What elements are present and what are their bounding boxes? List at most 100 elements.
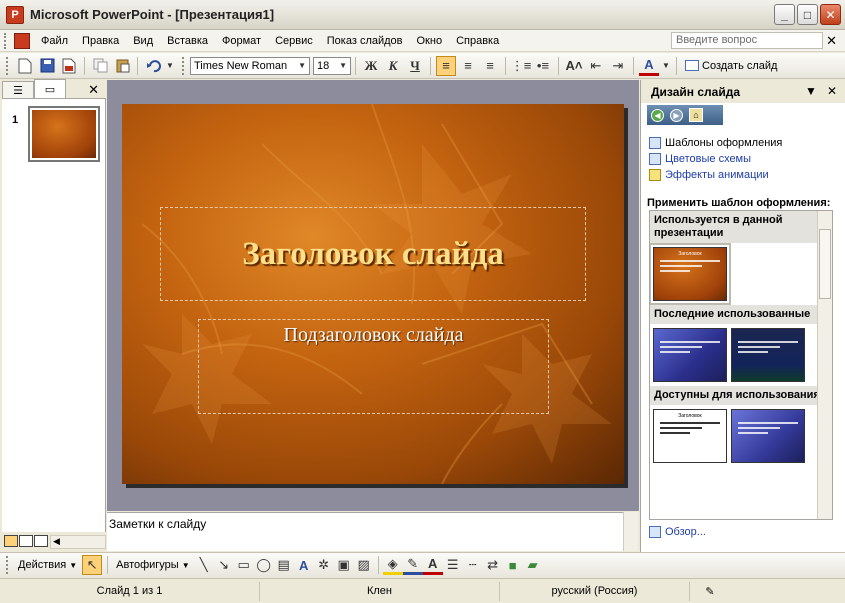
font-size-select[interactable]: 18 ▼ [313,56,351,75]
underline-button[interactable]: Ч [405,56,425,76]
new-slide-button[interactable]: Создать слайд [681,60,781,72]
slide-thumbnail[interactable] [28,106,100,162]
autoshapes-menu-button[interactable]: Автофигуры ▼ [112,559,194,571]
bold-button[interactable]: Ж [361,56,381,76]
notes-pane[interactable]: Заметки к слайду [107,512,623,551]
align-left-icon[interactable]: ≡ [436,55,456,76]
chevron-down-icon: ▼ [69,560,78,570]
link-animation-schemes[interactable]: Эффекты анимации [649,167,845,183]
window-controls: _ □ ✕ [774,4,841,25]
subtitle-placeholder[interactable]: Подзаголовок слайда [198,319,549,414]
font-name-select[interactable]: Times New Roman ▼ [190,56,310,75]
copy-icon[interactable] [90,56,110,76]
dash-style-icon[interactable]: ┄ [463,555,483,575]
align-right-icon[interactable]: ≡ [480,56,500,76]
link-color-schemes[interactable]: Цветовые схемы [649,151,845,167]
3d-icon[interactable]: ▰ [523,555,543,575]
task-pane-close-icon[interactable]: ✕ [827,84,837,98]
tab-outline[interactable]: ☰ [2,81,34,98]
normal-view-icon[interactable] [4,535,18,547]
browse-icon [649,526,661,538]
toolbar-grip-handle[interactable] [6,56,10,75]
toolbar-grip-handle[interactable] [6,556,10,574]
forward-icon[interactable]: ▶ [670,108,683,122]
notes-scrollbar[interactable] [623,512,638,551]
document-close-icon[interactable]: ✕ [826,33,837,49]
link-design-templates[interactable]: Шаблоны оформления [649,135,845,151]
gallery-scroll-thumb[interactable] [819,229,831,299]
back-icon[interactable]: ◀ [651,108,664,122]
undo-dropdown-icon[interactable]: ▼ [165,56,175,76]
browse-link[interactable]: Обзор... [649,526,706,538]
wordart-icon[interactable]: A [294,555,314,575]
new-file-icon[interactable] [15,56,35,76]
menu-file[interactable]: Файл [34,35,75,47]
oval-icon[interactable]: ◯ [254,555,274,575]
arrow-style-icon[interactable]: ⇄ [483,555,503,575]
task-pane-links: Шаблоны оформления Цветовые схемы Эффект… [641,135,845,183]
title-placeholder[interactable]: Заголовок слайда [160,207,586,301]
line-icon[interactable]: ╲ [194,555,214,575]
menu-insert[interactable]: Вставка [160,35,215,47]
decrease-indent-icon[interactable]: ⇤ [586,56,606,76]
menu-grip-handle[interactable] [4,32,8,49]
italic-button[interactable]: К [383,56,403,76]
menu-view[interactable]: Вид [126,35,160,47]
minimize-button[interactable]: _ [774,4,795,25]
document-icon[interactable] [14,32,30,49]
pane-horizontal-scrollbar[interactable]: ◀ [50,535,106,549]
menu-tools[interactable]: Сервис [268,35,320,47]
print-pdf-icon[interactable] [59,56,79,76]
slide-canvas[interactable]: Заголовок слайда Подзаголовок слайда [122,104,624,484]
numbered-list-icon[interactable]: ⋮≡ [511,56,532,76]
font-color-dropdown-icon[interactable]: ▼ [661,56,671,76]
sorter-view-icon[interactable] [19,535,33,547]
shadow-icon[interactable]: ■ [503,555,523,575]
font-color-draw-icon[interactable]: A [422,555,443,575]
clipart-icon[interactable]: ▣ [334,555,354,575]
align-center-icon[interactable]: ≡ [458,56,478,76]
template-thumb-available-2[interactable] [731,409,805,463]
spelling-status-icon[interactable]: ✎ [690,582,730,601]
template-thumb-recent-1[interactable] [653,328,727,382]
rectangle-icon[interactable]: ▭ [234,555,254,575]
powerpoint-app-icon[interactable]: P [6,5,24,24]
template-thumb-available-1[interactable]: Заголовок [653,409,727,463]
increase-indent-icon[interactable]: ⇥ [608,56,628,76]
maximize-button[interactable]: □ [797,4,818,25]
close-button[interactable]: ✕ [820,4,841,25]
home-icon[interactable]: ⌂ [689,108,703,122]
template-thumb-recent-2[interactable] [731,328,805,382]
pane-close-icon[interactable]: ✕ [88,82,99,98]
line-style-icon[interactable]: ☰ [443,555,463,575]
menu-edit[interactable]: Правка [75,35,126,47]
gallery-section-current: Используется в данной презентации [650,211,832,243]
undo-icon[interactable] [143,56,163,76]
gallery-section-available: Доступны для использования [650,386,832,405]
picture-icon[interactable]: ▨ [354,555,374,575]
menu-window[interactable]: Окно [410,35,450,47]
font-color-icon[interactable]: A [639,56,659,76]
template-thumb-current[interactable]: Заголовок [650,243,731,305]
slideshow-view-icon[interactable] [34,535,48,547]
template-thumb-title: Заголовок [678,251,702,257]
arrow-icon[interactable]: ↘ [214,555,234,575]
save-icon[interactable] [37,56,57,76]
menu-format[interactable]: Формат [215,35,268,47]
tab-slides[interactable]: ▭ [34,79,66,98]
textbox-icon[interactable]: ▤ [274,555,294,575]
diagram-icon[interactable]: ✲ [314,555,334,575]
task-pane-menu-icon[interactable]: ▼ [805,84,817,98]
menu-help[interactable]: Справка [449,35,506,47]
actions-menu-button[interactable]: Действия ▼ [14,559,81,571]
menu-slideshow[interactable]: Показ слайдов [320,35,410,47]
fill-color-icon[interactable]: ◈ [382,555,403,575]
gallery-scrollbar[interactable] [817,211,832,519]
line-color-icon[interactable]: ✎ [402,555,423,575]
help-search-input[interactable]: Введите вопрос [671,32,823,49]
select-pointer-icon[interactable]: ↖ [82,555,103,575]
increase-font-icon[interactable]: A˄ [564,56,584,76]
bulleted-list-icon[interactable]: •≡ [533,56,553,76]
paste-icon[interactable] [112,56,132,76]
toolbar-grip-handle[interactable] [182,56,186,75]
